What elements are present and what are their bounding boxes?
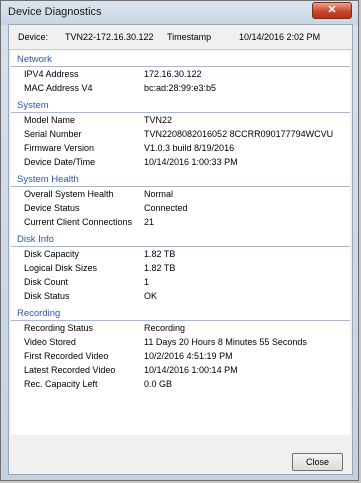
row-value: Connected [144, 203, 188, 213]
section-title: Network [17, 54, 52, 65]
info-row: Disk Capacity 1.82 TB [11, 249, 350, 262]
row-value: 10/2/2016 4:51:19 PM [144, 351, 233, 361]
section-disk-info: Disk Info [11, 234, 350, 247]
row-value: 1 [144, 277, 150, 287]
info-row: Device Date/Time 10/14/2016 1:00:33 PM [11, 157, 350, 170]
row-label: Disk Status [24, 291, 70, 301]
dialog-body: Device: TVN22-172.16.30.122 Timestamp 10… [8, 24, 353, 475]
section-title: Recording [17, 308, 61, 319]
row-label: Device Date/Time [24, 157, 96, 167]
diagnostics-panel: Network IPV4 Address 172.16.30.122 MAC A… [11, 51, 350, 435]
device-value: TVN22-172.16.30.122 [65, 32, 154, 42]
info-row: Model Name TVN22 [11, 115, 350, 128]
section-divider [11, 186, 350, 187]
section-divider [11, 320, 350, 321]
row-label: Video Stored [24, 337, 76, 347]
row-value: 172.16.30.122 [144, 69, 202, 79]
info-row: First Recorded Video 10/2/2016 4:51:19 P… [11, 351, 350, 364]
info-row: Rec. Capacity Left 0.0 GB [11, 379, 350, 392]
title-bar: Device Diagnostics ✕ [1, 1, 358, 25]
row-label: MAC Address V4 [24, 83, 93, 93]
row-value: V1.0.3 build 8/19/2016 [144, 143, 235, 153]
section-divider [11, 112, 350, 113]
row-label: Disk Count [24, 277, 69, 287]
row-label: Serial Number [24, 129, 82, 139]
section-network: Network [11, 54, 350, 67]
device-header: Device: TVN22-172.16.30.122 Timestamp 10… [9, 25, 352, 50]
device-diagnostics-window: Device Diagnostics ✕ Device: TVN22-172.1… [0, 0, 359, 481]
section-divider [11, 66, 350, 67]
section-system-health: System Health [11, 174, 350, 187]
row-label: Device Status [24, 203, 80, 213]
timestamp-label: Timestamp [167, 32, 212, 42]
info-row: Latest Recorded Video 10/14/2016 1:00:14… [11, 365, 350, 378]
section-title: System Health [17, 174, 79, 185]
section-system: System [11, 100, 350, 113]
row-label: Rec. Capacity Left [24, 379, 98, 389]
row-label: Model Name [24, 115, 76, 125]
info-row: Device Status Connected [11, 203, 350, 216]
row-label: Firmware Version [24, 143, 95, 153]
row-label: IPV4 Address [24, 69, 79, 79]
info-row: MAC Address V4 bc:ad:28:99:e3:b5 [11, 83, 350, 96]
timestamp-value: 10/14/2016 2:02 PM [239, 32, 321, 42]
device-label: Device: [18, 32, 49, 42]
info-row: Current Client Connections 21 [11, 217, 350, 230]
row-label: Latest Recorded Video [24, 365, 116, 375]
row-value: TVN2208082016052 8CCRR090177794WCVU [144, 129, 334, 139]
row-value: 0.0 GB [144, 379, 173, 389]
info-row: Disk Status OK [11, 291, 350, 304]
window-title: Device Diagnostics [8, 6, 102, 18]
row-label: Logical Disk Sizes [24, 263, 98, 273]
row-value: bc:ad:28:99:e3:b5 [144, 83, 217, 93]
section-title: Disk Info [17, 234, 54, 245]
section-divider [11, 246, 350, 247]
row-label: Current Client Connections [24, 217, 133, 227]
info-row: Disk Count 1 [11, 277, 350, 290]
info-row: Logical Disk Sizes 1.82 TB [11, 263, 350, 276]
close-button[interactable]: Close [292, 453, 343, 471]
row-label: First Recorded Video [24, 351, 109, 361]
section-recording: Recording [11, 308, 350, 321]
section-title: System [17, 100, 49, 111]
row-label: Recording Status [24, 323, 94, 333]
close-icon[interactable]: ✕ [312, 2, 352, 19]
row-value: Recording [144, 323, 186, 333]
row-value: 10/14/2016 1:00:33 PM [144, 157, 238, 167]
row-label: Disk Capacity [24, 249, 80, 259]
info-row: IPV4 Address 172.16.30.122 [11, 69, 350, 82]
row-value: 1.82 TB [144, 263, 176, 273]
row-value: OK [144, 291, 158, 301]
row-value: Normal [144, 189, 174, 199]
info-row: Firmware Version V1.0.3 build 8/19/2016 [11, 143, 350, 156]
row-value: 21 [144, 217, 155, 227]
info-row: Serial Number TVN2208082016052 8CCRR0901… [11, 129, 350, 142]
row-label: Overall System Health [24, 189, 114, 199]
info-row: Video Stored 11 Days 20 Hours 8 Minutes … [11, 337, 350, 350]
row-value: TVN22 [144, 115, 173, 125]
info-row: Overall System Health Normal [11, 189, 350, 202]
row-value: 10/14/2016 1:00:14 PM [144, 365, 238, 375]
row-value: 1.82 TB [144, 249, 176, 259]
row-value: 11 Days 20 Hours 8 Minutes 55 Seconds [144, 337, 307, 347]
info-row: Recording Status Recording [11, 323, 350, 336]
